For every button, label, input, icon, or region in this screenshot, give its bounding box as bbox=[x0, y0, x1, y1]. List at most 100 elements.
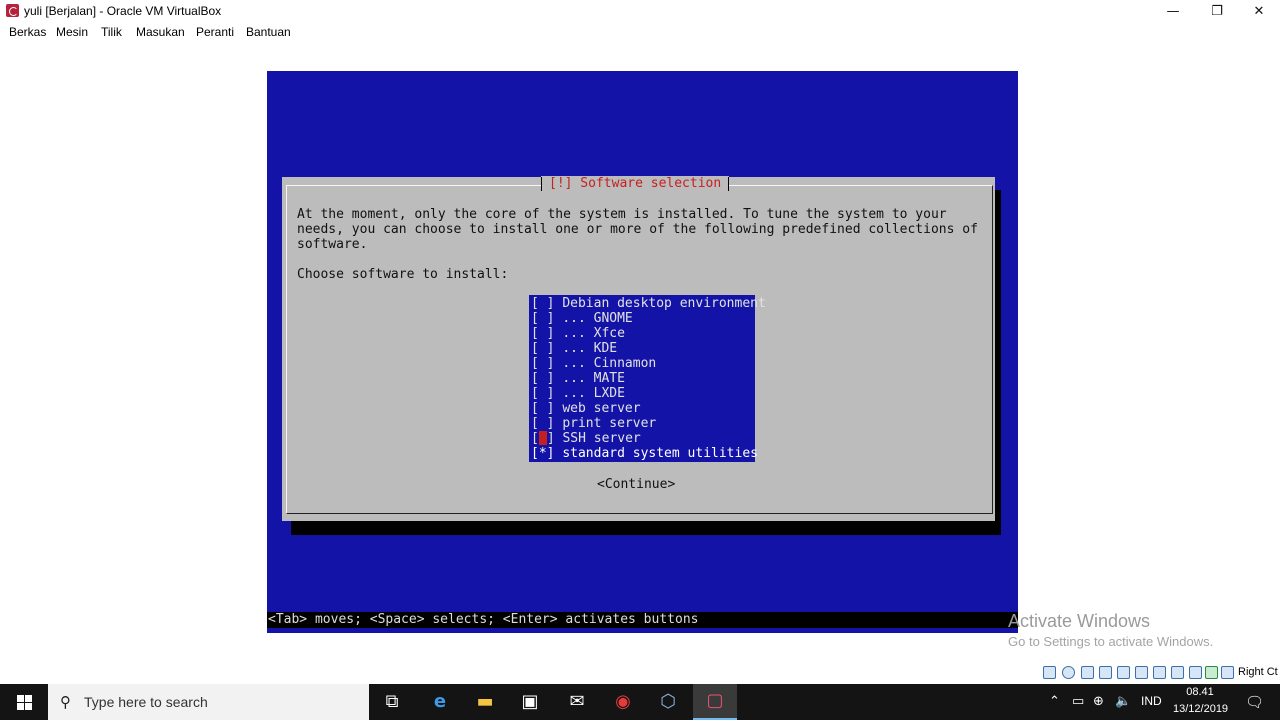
window-title: yuli [Berjalan] - Oracle VM VirtualBox bbox=[24, 4, 222, 18]
checkbox-with-cursor[interactable]: [] bbox=[531, 431, 555, 446]
edge-button[interactable]: e bbox=[418, 684, 462, 720]
minimize-button[interactable]: — bbox=[1151, 0, 1195, 22]
software-item-ssh-server[interactable]: [] SSH server bbox=[529, 431, 755, 446]
network-icon[interactable] bbox=[1099, 666, 1112, 679]
hard-disk-icon[interactable] bbox=[1043, 666, 1056, 679]
cpu-icon[interactable] bbox=[1189, 666, 1202, 679]
checkbox[interactable]: [*] bbox=[531, 446, 554, 461]
task-view-button[interactable]: ⧉ bbox=[370, 684, 414, 720]
software-item-print-server[interactable]: [ ] print server bbox=[529, 416, 755, 431]
software-item-label: ... Cinnamon bbox=[562, 356, 657, 371]
taskbar-search-box[interactable]: ⚲ Type here to search bbox=[48, 684, 369, 720]
host-key-label: Right Ct bbox=[1238, 666, 1278, 678]
optical-drive-icon[interactable] bbox=[1062, 666, 1075, 679]
volume-icon[interactable]: 🔈 bbox=[1115, 694, 1131, 709]
installer-help-line: <Tab> moves; <Space> selects; <Enter> ac… bbox=[267, 612, 1018, 628]
menu-masukan[interactable]: Masukan bbox=[136, 25, 185, 39]
search-placeholder: Type here to search bbox=[84, 694, 208, 710]
checkbox[interactable]: [ ] bbox=[531, 401, 554, 416]
description-line: software. bbox=[297, 237, 368, 252]
menu-bar: Berkas Mesin Tilik Masukan Peranti Bantu… bbox=[0, 22, 1280, 42]
help-text: <Tab> moves; <Space> selects; <Enter> ac… bbox=[268, 612, 699, 627]
checkbox[interactable]: [ ] bbox=[531, 311, 554, 326]
mail-icon: ✉ bbox=[569, 691, 585, 712]
menu-peranti[interactable]: Peranti bbox=[196, 25, 234, 39]
battery-icon[interactable]: ▭ bbox=[1072, 694, 1084, 709]
checkbox[interactable]: [ ] bbox=[531, 371, 554, 386]
continue-button[interactable]: <Continue> bbox=[597, 477, 675, 492]
checkbox[interactable]: [ ] bbox=[531, 356, 554, 371]
clock-time[interactable]: 08.41 bbox=[1173, 686, 1227, 698]
menu-mesin[interactable]: Mesin bbox=[56, 25, 88, 39]
checkbox[interactable]: [ ] bbox=[531, 296, 554, 311]
selection-cursor bbox=[538, 431, 547, 445]
virtualbox-vm-icon: ▢ bbox=[706, 690, 724, 711]
menu-bantuan[interactable]: Bantuan bbox=[246, 25, 291, 39]
checkbox[interactable]: [ ] bbox=[531, 386, 554, 401]
choose-prompt: Choose software to install: bbox=[297, 267, 509, 282]
virtualbox-vm-button[interactable]: ▢ bbox=[693, 684, 737, 720]
search-icon: ⚲ bbox=[60, 693, 71, 711]
description-line: At the moment, only the core of the syst… bbox=[297, 207, 947, 222]
software-item-xfce[interactable]: [ ] ... Xfce bbox=[529, 326, 755, 341]
windows-logo-icon bbox=[17, 695, 32, 710]
virtualization-icon[interactable] bbox=[1205, 666, 1218, 679]
clock-date[interactable]: 13/12/2019 bbox=[1173, 703, 1228, 715]
mail-button[interactable]: ✉ bbox=[555, 684, 599, 720]
software-item-label: web server bbox=[562, 401, 641, 416]
recorder-icon: ◉ bbox=[615, 691, 631, 712]
window-titlebar[interactable]: yuli [Berjalan] - Oracle VM VirtualBox —… bbox=[0, 0, 1280, 22]
software-item-standard-utilities[interactable]: [*] standard system utilities bbox=[529, 446, 758, 461]
software-item-label: ... Xfce bbox=[562, 326, 625, 341]
virtualbox-app-icon bbox=[6, 4, 19, 17]
dialog-title: [!] Software selection bbox=[541, 176, 730, 192]
software-item-debian-desktop[interactable]: [ ] Debian desktop environment bbox=[529, 296, 766, 311]
activate-windows-subtitle: Go to Settings to activate Windows. bbox=[1008, 634, 1214, 649]
usb-icon[interactable] bbox=[1117, 666, 1130, 679]
minimize-icon: — bbox=[1166, 3, 1180, 19]
network-globe-icon[interactable]: ⊕ bbox=[1093, 694, 1104, 709]
checkbox[interactable]: [ ] bbox=[531, 416, 554, 431]
input-language[interactable]: IND bbox=[1141, 694, 1162, 708]
menu-berkas[interactable]: Berkas bbox=[9, 25, 46, 39]
close-icon: ✕ bbox=[1253, 3, 1265, 19]
software-item-cinnamon[interactable]: [ ] ... Cinnamon bbox=[529, 356, 755, 371]
software-item-label: ... LXDE bbox=[562, 386, 625, 401]
software-item-lxde[interactable]: [ ] ... LXDE bbox=[529, 386, 755, 401]
notifications-icon[interactable]: 🗨 bbox=[1245, 693, 1264, 711]
restore-icon: ❐ bbox=[1211, 3, 1223, 19]
recorder-button[interactable]: ◉ bbox=[601, 684, 645, 720]
checkbox[interactable]: [ ] bbox=[531, 341, 554, 356]
activate-windows-title: Activate Windows bbox=[1008, 611, 1151, 631]
task-view-icon: ⧉ bbox=[385, 691, 399, 712]
software-item-mate[interactable]: [ ] ... MATE bbox=[529, 371, 755, 386]
close-button[interactable]: ✕ bbox=[1237, 0, 1280, 22]
description-line: needs, you can choose to install one or … bbox=[297, 222, 978, 237]
start-button[interactable] bbox=[0, 684, 48, 720]
software-item-label: print server bbox=[562, 416, 657, 431]
menu-tilik[interactable]: Tilik bbox=[101, 25, 122, 39]
edge-icon: e bbox=[433, 691, 447, 712]
checkbox[interactable]: [ ] bbox=[531, 326, 554, 341]
audio-icon[interactable] bbox=[1081, 666, 1094, 679]
store-button[interactable]: ▣ bbox=[508, 684, 552, 720]
virtualbox-icon: ⬡ bbox=[660, 691, 676, 712]
mouse-integration-icon[interactable] bbox=[1221, 666, 1234, 679]
software-item-label: ... MATE bbox=[562, 371, 625, 386]
shared-folders-icon[interactable] bbox=[1135, 666, 1148, 679]
file-explorer-button[interactable]: ▬ bbox=[463, 684, 507, 720]
windows-taskbar: ⚲ Type here to search ⧉ e ▬ ▣ ✉ ◉ ⬡ ▢ ⌃ … bbox=[0, 684, 1280, 720]
software-item-kde[interactable]: [ ] ... KDE bbox=[529, 341, 755, 356]
vbox-status-bar: Right Ct bbox=[0, 662, 1280, 684]
software-item-label: standard system utilities bbox=[562, 446, 758, 461]
virtualbox-manager-button[interactable]: ⬡ bbox=[646, 684, 690, 720]
video-capture-icon[interactable] bbox=[1171, 666, 1184, 679]
show-hidden-icons-icon[interactable]: ⌃ bbox=[1049, 694, 1060, 709]
software-list[interactable]: [ ] Debian desktop environment [ ] ... G… bbox=[529, 295, 766, 462]
dialog-description: At the moment, only the core of the syst… bbox=[297, 207, 978, 252]
maximize-button[interactable]: ❐ bbox=[1195, 0, 1239, 22]
software-item-label: ... KDE bbox=[562, 341, 618, 356]
software-item-web-server[interactable]: [ ] web server bbox=[529, 401, 755, 416]
display-icon[interactable] bbox=[1153, 666, 1166, 679]
software-item-gnome[interactable]: [ ] ... GNOME bbox=[529, 311, 755, 326]
